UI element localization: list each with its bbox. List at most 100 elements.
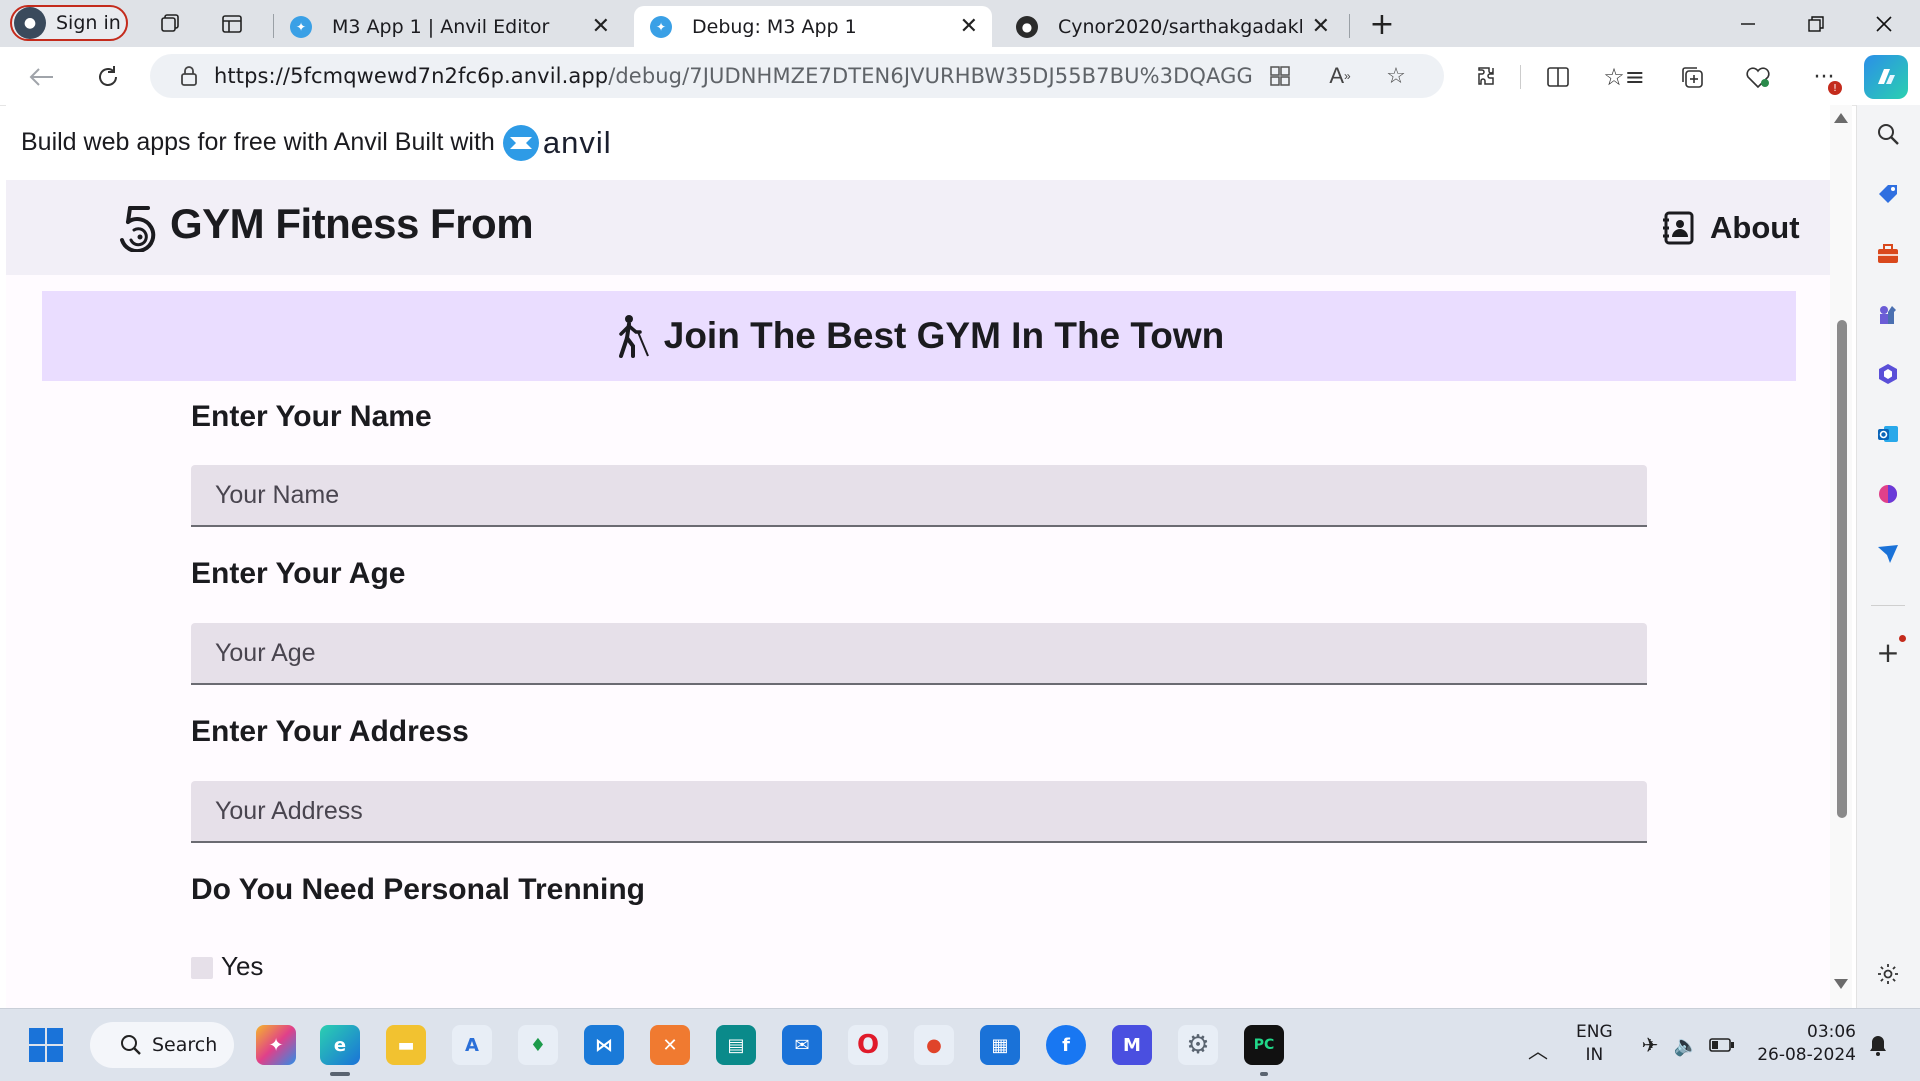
anvil-logo[interactable]: anvil: [502, 124, 612, 161]
windows-taskbar: Search ✦ e ▬ A ♦ ⋈ ✕ ▤ ✉ O ● ▦ f M ⚙ PC …: [0, 1008, 1920, 1081]
show-hidden-icons-chevron-icon[interactable]: ︿: [1528, 1035, 1548, 1064]
close-window-icon[interactable]: [1856, 4, 1912, 44]
microsoft-365-icon[interactable]: [1871, 357, 1905, 391]
address-bar[interactable]: https://5fcmqwewd7n2fc6p.anvil.app/debug…: [150, 54, 1444, 98]
facebook-app-icon[interactable]: f: [1046, 1025, 1086, 1065]
read-aloud-icon[interactable]: A»: [1320, 56, 1360, 96]
running-app-indicator: [1260, 1072, 1268, 1076]
contact-card-icon: [1663, 211, 1694, 245]
airplane-mode-icon[interactable]: ✈: [1636, 1031, 1664, 1059]
age-label: Enter Your Age: [191, 557, 406, 590]
url-path: /debug/7JUDNHMZE7DTEN6JVURHBW35DJ55B7BU%…: [608, 64, 1254, 88]
profile-avatar: ●: [14, 7, 46, 39]
anvil-banner[interactable]: Build web apps for free with Anvil Built…: [6, 105, 1830, 180]
split-screen-icon[interactable]: [1538, 57, 1578, 97]
send-drop-icon[interactable]: [1871, 537, 1905, 571]
anvil-favicon-icon: ✦: [290, 15, 312, 38]
opera-app-icon[interactable]: O: [848, 1025, 888, 1065]
vscode-app-icon[interactable]: ⋈: [584, 1025, 624, 1065]
tools-briefcase-icon[interactable]: [1871, 237, 1905, 271]
clock-time: 03:06: [1807, 1022, 1856, 1042]
github-favicon-icon: ●: [1016, 15, 1038, 38]
android-studio-app-icon[interactable]: A: [452, 1025, 492, 1065]
taskbar-search[interactable]: Search: [90, 1022, 234, 1068]
close-tab-icon[interactable]: ✕: [960, 14, 978, 39]
copilot-icon[interactable]: [1864, 55, 1908, 99]
app-available-icon[interactable]: [1260, 56, 1300, 96]
hero-title: Join The Best GYM In The Town: [663, 315, 1225, 356]
refresh-icon[interactable]: [88, 57, 128, 97]
hero-banner: Join The Best GYM In The Town: [42, 291, 1796, 381]
new-tab-icon[interactable]: +: [1368, 7, 1396, 42]
checkbox-label: Yes: [221, 951, 264, 981]
outlook-icon[interactable]: [1871, 417, 1905, 451]
microsoft-store-app-icon[interactable]: ▦: [980, 1025, 1020, 1065]
pycharm-app-icon[interactable]: PC: [1244, 1025, 1284, 1065]
maps-pin-app-icon[interactable]: ●: [914, 1025, 954, 1065]
tab-github-repo[interactable]: ● Cynor2020/sarthakgadakh ✕: [1000, 6, 1344, 47]
notifications-bell-icon[interactable]: [1864, 1031, 1892, 1059]
file-explorer-app-icon[interactable]: ▬: [386, 1025, 426, 1065]
sidebar-search-icon[interactable]: [1871, 117, 1905, 151]
system-clock[interactable]: 03:06 26-08-2024: [1752, 1021, 1856, 1067]
copilot-designer-icon[interactable]: [1871, 477, 1905, 511]
app-title: GYM Fitness From: [170, 200, 534, 247]
browser-essentials-icon[interactable]: [1738, 57, 1778, 97]
active-app-indicator: [330, 1072, 350, 1076]
tab-debug-m3-app[interactable]: ✦ Debug: M3 App 1 ✕: [634, 6, 992, 47]
input-language-indicator[interactable]: ENG IN: [1576, 1021, 1613, 1067]
back-icon[interactable]: [22, 57, 62, 97]
age-input[interactable]: [191, 623, 1647, 685]
more-options-icon[interactable]: ···!: [1804, 57, 1844, 97]
favorite-star-icon[interactable]: ☆: [1376, 56, 1416, 96]
battery-icon[interactable]: [1708, 1031, 1736, 1059]
scroll-down-arrow-icon[interactable]: [1834, 979, 1848, 989]
xampp-app-icon[interactable]: ✕: [650, 1025, 690, 1065]
workspaces-icon[interactable]: [156, 10, 184, 38]
windows-start-icon[interactable]: [28, 1027, 64, 1063]
notification-dot: [1899, 635, 1906, 642]
lock-icon[interactable]: [178, 65, 200, 87]
gym-logo-icon: [120, 206, 156, 252]
language-region: IN: [1585, 1045, 1604, 1065]
person-walking-icon: [618, 315, 649, 358]
copilot-preview-app-icon[interactable]: ✦: [256, 1025, 296, 1065]
sidebar-settings-gear-icon[interactable]: [1871, 957, 1905, 991]
signin-label: Sign in: [56, 12, 121, 34]
extensions-icon[interactable]: [1468, 57, 1508, 97]
language-code: ENG: [1576, 1022, 1613, 1042]
url-text[interactable]: https://5fcmqwewd7n2fc6p.anvil.app/debug…: [214, 64, 1254, 88]
gradient-app-icon[interactable]: M: [1112, 1025, 1152, 1065]
tab-separator: [1349, 14, 1350, 38]
about-link[interactable]: About: [1662, 206, 1800, 250]
settings-app-icon[interactable]: ⚙: [1178, 1025, 1218, 1065]
url-domain: https://5fcmqwewd7n2fc6p.anvil.app: [214, 64, 609, 88]
document-app-icon[interactable]: ▤: [716, 1025, 756, 1065]
name-input[interactable]: [191, 465, 1647, 527]
tab-title: Debug: M3 App 1: [692, 15, 857, 38]
games-chess-icon[interactable]: [1871, 297, 1905, 331]
browser-sidebar: +: [1856, 105, 1920, 1008]
mongodb-app-icon[interactable]: ♦: [518, 1025, 558, 1065]
scrollbar-thumb[interactable]: [1837, 320, 1847, 818]
app-header: GYM Fitness From About: [6, 180, 1830, 275]
profile-signin-button[interactable]: ● Sign in: [10, 5, 128, 41]
close-tab-icon[interactable]: ✕: [1312, 14, 1330, 39]
shopping-tag-icon[interactable]: [1871, 177, 1905, 211]
personal-training-checkbox[interactable]: [191, 957, 213, 979]
tab-actions-icon[interactable]: [218, 10, 246, 38]
search-label: Search: [152, 1034, 218, 1056]
tab-title: Cynor2020/sarthakgadakh: [1058, 15, 1302, 38]
edge-browser-app-icon[interactable]: e: [320, 1025, 360, 1065]
scroll-up-arrow-icon[interactable]: [1834, 113, 1848, 123]
close-tab-icon[interactable]: ✕: [592, 14, 610, 39]
address-input[interactable]: [191, 781, 1647, 843]
minimize-icon[interactable]: [1720, 4, 1776, 44]
tab-anvil-editor[interactable]: ✦ M3 App 1 | Anvil Editor ✕: [274, 6, 624, 47]
restore-icon[interactable]: [1788, 4, 1844, 44]
browser-toolbar: https://5fcmqwewd7n2fc6p.anvil.app/debug…: [0, 47, 1920, 106]
collections-icon[interactable]: [1672, 57, 1712, 97]
volume-icon[interactable]: 🔈: [1672, 1031, 1700, 1059]
favorites-icon[interactable]: ☆≡: [1603, 57, 1645, 97]
mail-app-icon[interactable]: ✉: [782, 1025, 822, 1065]
